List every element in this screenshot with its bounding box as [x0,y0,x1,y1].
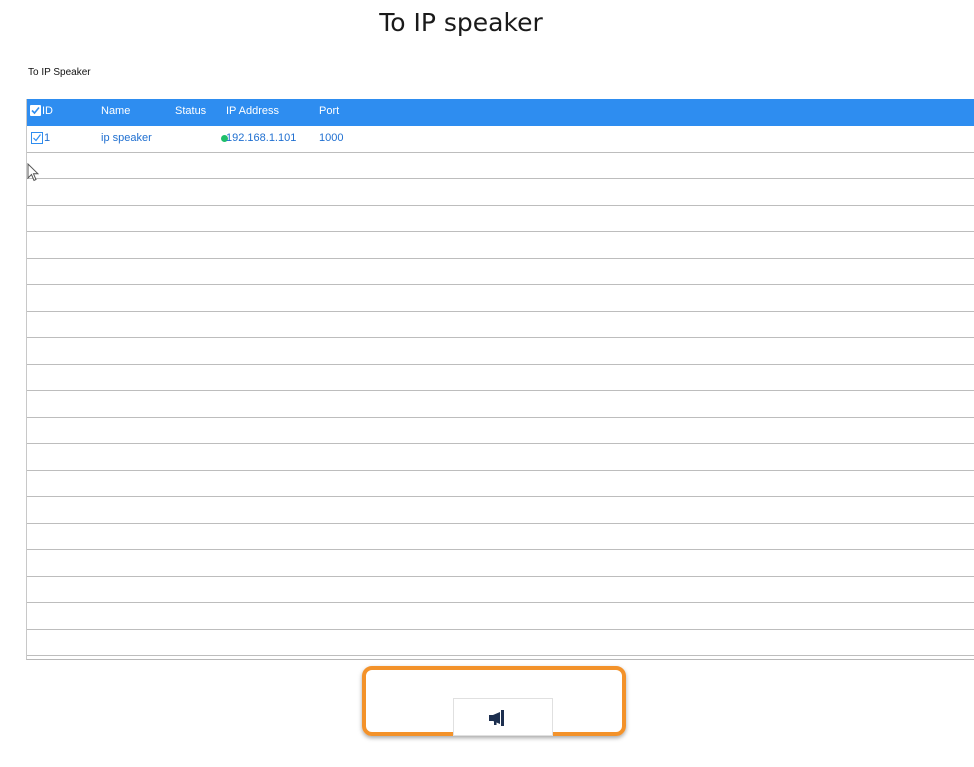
column-header-name[interactable]: Name [101,99,130,126]
table-row-empty [27,603,974,630]
row-ip-address: 192.168.1.101 [226,132,297,144]
table-body: 1 ip speaker 192.168.1.101 1000 [27,126,974,656]
table-row-empty [27,285,974,312]
ip-speaker-table: ID Name Status IP Address Port 1 ip spea… [26,99,974,660]
checkmark-icon [33,134,41,142]
column-header-port[interactable]: Port [319,99,339,126]
table-row-empty [27,550,974,577]
table-header: ID Name Status IP Address Port [27,99,974,126]
column-header-id[interactable]: ID [42,99,53,126]
table-row-empty [27,577,974,603]
column-header-status[interactable]: Status [175,99,206,126]
mouse-cursor-icon [27,163,39,182]
table-row-empty [27,338,974,365]
table-row-empty [27,153,974,179]
column-header-ip-address[interactable]: IP Address [226,99,279,126]
table-row-empty [27,391,974,418]
row-id: 1 [44,132,51,144]
row-port: 1000 [319,132,344,144]
select-all-checkbox[interactable] [30,105,41,116]
table-row-empty [27,232,974,259]
table-row-empty [27,524,974,550]
checkmark-icon [31,106,40,115]
table-row-empty [27,497,974,524]
page-title: To IP speaker [379,8,543,37]
table-row[interactable]: 1 ip speaker 192.168.1.101 1000 [27,126,974,153]
row-name: ip speaker [101,132,152,144]
table-row-empty [27,444,974,471]
table-row-empty [27,312,974,338]
megaphone-icon [489,710,504,726]
row-checkbox[interactable] [31,132,43,144]
talk-to-ip-speaker-button[interactable] [453,698,553,736]
section-label: To IP Speaker [28,67,91,78]
table-row-empty [27,179,974,206]
table-row-empty [27,630,974,656]
table-row-empty [27,206,974,232]
table-row-empty [27,365,974,391]
table-row-empty [27,418,974,444]
table-row-empty [27,259,974,285]
table-row-empty [27,471,974,497]
